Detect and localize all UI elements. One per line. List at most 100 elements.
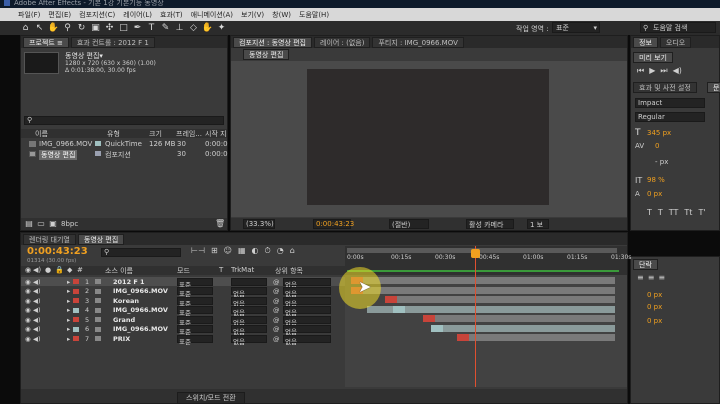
layer-in-point-handle[interactable] xyxy=(457,334,469,341)
layer-row[interactable]: ◉ ◀) ▸ 2 IMG_0966.MOV 표준 없음 @ 없음 xyxy=(21,287,345,298)
col-mode[interactable]: 모드 xyxy=(177,266,190,276)
col-name[interactable]: 이름 xyxy=(35,129,48,139)
tab-footage[interactable]: 푸티지 : IMG_0966.MOV xyxy=(372,36,464,48)
font-size-value[interactable]: 345 px xyxy=(647,129,671,137)
switch-mode-toggle[interactable]: 스위치/모드 전환 xyxy=(177,392,245,404)
tab-timeline-comp[interactable]: 동영상 편집 xyxy=(77,233,125,245)
resolution-select[interactable]: (절반) xyxy=(389,219,429,229)
layer-mode-select[interactable]: 표준 xyxy=(177,315,213,327)
layer-trkmat-select[interactable]: 없음 xyxy=(231,296,267,308)
tab-project[interactable]: 프로젝트 ≡ xyxy=(23,36,69,48)
comp-canvas[interactable] xyxy=(307,69,549,205)
faux-italic-icon[interactable]: T xyxy=(658,208,663,217)
layer-row[interactable]: ◉ ◀) ▸ 4 IMG_0966.MOV 표준 없음 @ 없음 xyxy=(21,306,345,317)
visibility-eye-icon[interactable]: ◉ xyxy=(25,335,31,343)
interpret-footage-icon[interactable]: ▤ xyxy=(25,220,33,228)
menu-item[interactable]: 창(W) xyxy=(272,10,291,20)
layer-mode-select[interactable]: 표준 xyxy=(177,296,213,308)
motion-blur-icon[interactable]: ◐ xyxy=(252,246,259,256)
menu-item[interactable]: 도움말(H) xyxy=(299,10,329,20)
help-search-input[interactable]: ⚲ 도움말 검색 xyxy=(640,22,716,33)
expand-arrow-icon[interactable]: ▸ xyxy=(67,306,70,314)
layer-parent-select[interactable]: 없음 xyxy=(283,277,331,289)
clone-tool-icon[interactable]: ⊥ xyxy=(174,23,185,34)
first-frame-icon[interactable]: ⏮ xyxy=(637,66,644,76)
visibility-eye-icon[interactable]: ◉ xyxy=(25,306,31,314)
current-time[interactable]: 0:00:43:23 xyxy=(313,219,354,229)
brush-tool-icon[interactable]: ✎ xyxy=(160,23,171,34)
layer-name[interactable]: IMG_0966.MOV xyxy=(113,306,168,314)
layer-label-swatch[interactable] xyxy=(73,307,79,313)
layer-label-swatch[interactable] xyxy=(73,317,79,322)
align-right-icon[interactable]: ≡ xyxy=(658,273,665,282)
parent-pickwhip-icon[interactable]: @ xyxy=(273,306,280,314)
layer-name[interactable]: Korean xyxy=(113,297,139,305)
faux-bold-icon[interactable]: T xyxy=(647,208,652,217)
vertical-scale-value[interactable]: 98 % xyxy=(647,176,665,184)
layer-mode-select[interactable]: 표준 xyxy=(177,287,213,298)
audio-icon[interactable]: ◀) xyxy=(33,297,41,305)
auto-keyframe-icon[interactable]: ⌂ xyxy=(290,246,295,256)
layer-parent-select[interactable]: 없음 xyxy=(283,325,331,336)
layer-duration-bar[interactable] xyxy=(351,286,615,294)
layer-name[interactable]: IMG_0966.MOV xyxy=(113,325,168,333)
tab-render-queue[interactable]: 렌더링 대기열 xyxy=(23,233,76,245)
menu-item[interactable]: 보기(V) xyxy=(241,10,264,20)
layer-duration-bar[interactable] xyxy=(457,334,615,341)
roto-tool-icon[interactable]: ✋ xyxy=(202,23,213,34)
layer-mode-select[interactable]: 표준 xyxy=(177,334,213,346)
pen-tool-icon[interactable]: ✒ xyxy=(132,23,143,34)
col-type[interactable]: 유형 xyxy=(107,129,120,139)
layer-trkmat-select[interactable]: 없음 xyxy=(231,287,267,298)
expand-arrow-icon[interactable]: ▸ xyxy=(67,278,70,286)
all-caps-icon[interactable]: TT xyxy=(669,208,679,217)
col-source-name[interactable]: 소스 이름 xyxy=(105,266,133,276)
timeline-timecode[interactable]: 0:00:43:23 xyxy=(27,246,88,257)
puppet-tool-icon[interactable]: ✦ xyxy=(216,23,227,34)
layer-label-swatch[interactable] xyxy=(73,279,79,284)
play-icon[interactable]: ▶ xyxy=(649,66,655,76)
audio-icon[interactable]: ◀) xyxy=(33,287,41,295)
col-start[interactable]: 시작 지 xyxy=(205,129,227,139)
tab-effects-presets[interactable]: 효과 및 사전 설정 xyxy=(633,82,697,93)
brainstorm-icon[interactable]: ◔ xyxy=(277,246,284,256)
tab-audio[interactable]: 오디오 xyxy=(659,36,692,48)
parent-pickwhip-icon[interactable]: @ xyxy=(273,335,280,343)
selection-tool-icon[interactable]: ↖ xyxy=(34,23,45,34)
layer-label-swatch[interactable] xyxy=(73,288,79,294)
layer-row[interactable]: ◉ ◀) ▸ 5 Grand 표준 없음 @ 없음 xyxy=(21,315,345,327)
visibility-eye-icon[interactable]: ◉ xyxy=(25,287,31,295)
col-size[interactable]: 크기 xyxy=(149,129,162,139)
tab-info[interactable]: 정보 xyxy=(633,36,658,48)
tab-character[interactable]: 문 xyxy=(707,82,720,93)
layer-trkmat-select[interactable]: 없음 xyxy=(231,315,267,327)
camera-select[interactable]: 활성 카메라 xyxy=(466,219,514,229)
indent-left-value[interactable]: 0 px xyxy=(647,291,662,299)
layer-row[interactable]: ◉ ◀) ▸ 3 Korean 표준 없음 @ 없음 xyxy=(21,296,345,308)
project-item[interactable]: IMG_0966.MOV QuickTime 126 MB 30 0:00:0 xyxy=(21,140,228,149)
tab-layer[interactable]: 레이어 : (없음) xyxy=(314,36,371,48)
expand-arrow-icon[interactable]: ▸ xyxy=(67,325,70,333)
tab-paragraph[interactable]: 단락 xyxy=(633,259,658,270)
bpc-label[interactable]: 8bpc xyxy=(61,220,78,228)
menu-item[interactable]: 애니메이션(A) xyxy=(191,10,233,20)
visibility-eye-icon[interactable]: ◉ xyxy=(25,325,31,333)
layer-in-point-handle[interactable] xyxy=(393,305,405,313)
layer-label-swatch[interactable] xyxy=(73,336,79,341)
trash-icon[interactable]: 🗑 xyxy=(215,220,225,228)
tab-composition[interactable]: 컴포지션 : 동영상 편집 xyxy=(233,36,312,48)
layer-trkmat-select[interactable]: 없음 xyxy=(231,325,267,336)
new-comp-icon[interactable]: ▣ xyxy=(49,220,57,228)
parent-pickwhip-icon[interactable]: @ xyxy=(273,287,280,295)
layer-name[interactable]: PRIX xyxy=(113,335,130,343)
layer-mode-select[interactable]: 표준 xyxy=(177,325,213,336)
col-trkmat[interactable]: TrkMat xyxy=(231,266,254,274)
font-select[interactable]: Impact xyxy=(635,98,705,108)
layer-duration-bar[interactable] xyxy=(423,315,615,322)
playhead-handle[interactable] xyxy=(471,249,480,258)
style-select[interactable]: Regular xyxy=(635,112,705,122)
layer-name[interactable]: IMG_0966.MOV xyxy=(113,287,168,295)
shy-icon[interactable]: ☺ xyxy=(224,246,232,256)
comp-subtab[interactable]: 동영상 편집 xyxy=(243,49,290,60)
visibility-eye-icon[interactable]: ◉ xyxy=(25,278,31,286)
